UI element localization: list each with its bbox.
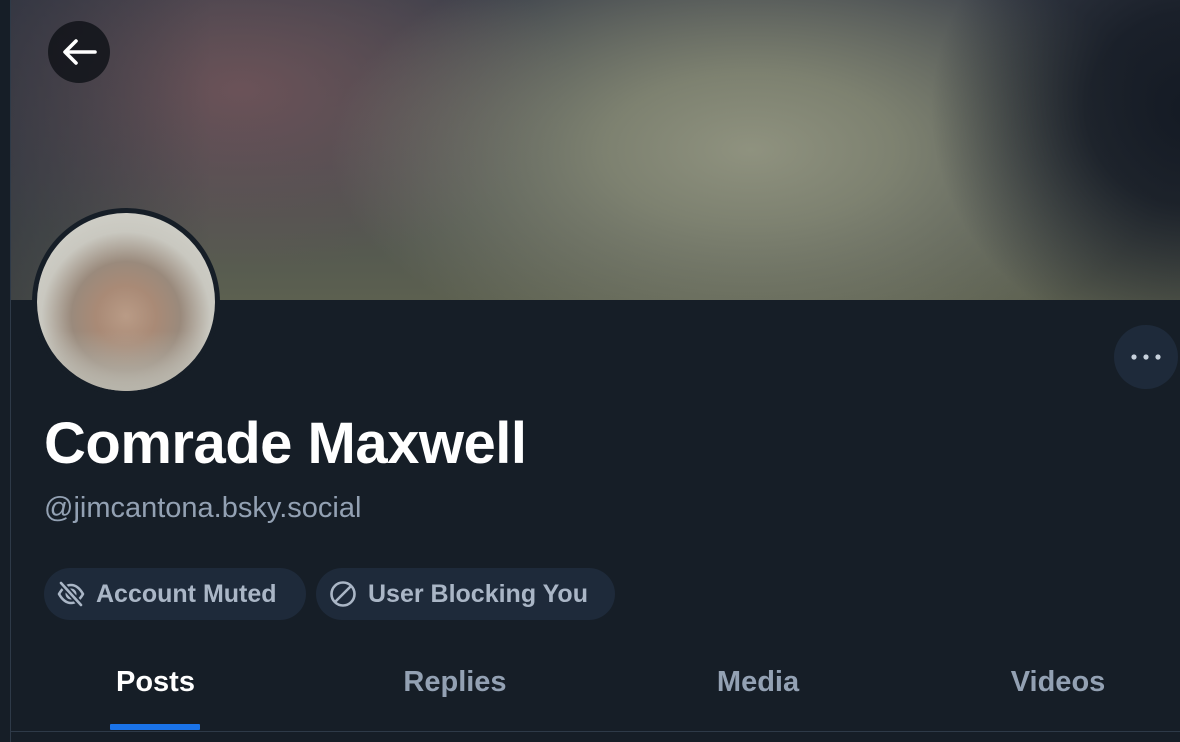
avatar[interactable] bbox=[32, 208, 220, 396]
tab-videos[interactable]: Videos bbox=[906, 652, 1180, 730]
block-icon bbox=[328, 579, 358, 609]
tab-replies[interactable]: Replies bbox=[300, 652, 610, 730]
back-button[interactable] bbox=[48, 21, 110, 83]
ellipsis-icon bbox=[1131, 354, 1161, 360]
profile-handle: @jimcantona.bsky.social bbox=[44, 492, 362, 524]
tab-videos-label: Videos bbox=[1010, 666, 1106, 698]
active-tab-indicator bbox=[110, 724, 200, 730]
more-options-button[interactable] bbox=[1114, 325, 1178, 389]
profile-tabs: Posts Replies Media Videos bbox=[11, 652, 1180, 732]
eye-slash-icon bbox=[56, 579, 86, 609]
display-name: Comrade Maxwell bbox=[44, 411, 527, 476]
tab-replies-label: Replies bbox=[403, 666, 507, 698]
account-muted-label: Account Muted bbox=[96, 579, 277, 608]
tabs-divider bbox=[11, 731, 1180, 732]
user-blocking-label: User Blocking You bbox=[368, 579, 588, 608]
arrow-left-icon bbox=[63, 39, 97, 65]
tab-posts[interactable]: Posts bbox=[11, 652, 300, 730]
tab-media-label: Media bbox=[716, 666, 800, 698]
avatar-image bbox=[37, 213, 215, 391]
user-blocking-badge[interactable]: User Blocking You bbox=[316, 568, 615, 620]
profile-screen: Comrade Maxwell @jimcantona.bsky.social … bbox=[0, 0, 1180, 742]
account-muted-badge[interactable]: Account Muted bbox=[44, 568, 306, 620]
tab-media[interactable]: Media bbox=[610, 652, 906, 730]
tab-posts-label: Posts bbox=[116, 666, 195, 698]
